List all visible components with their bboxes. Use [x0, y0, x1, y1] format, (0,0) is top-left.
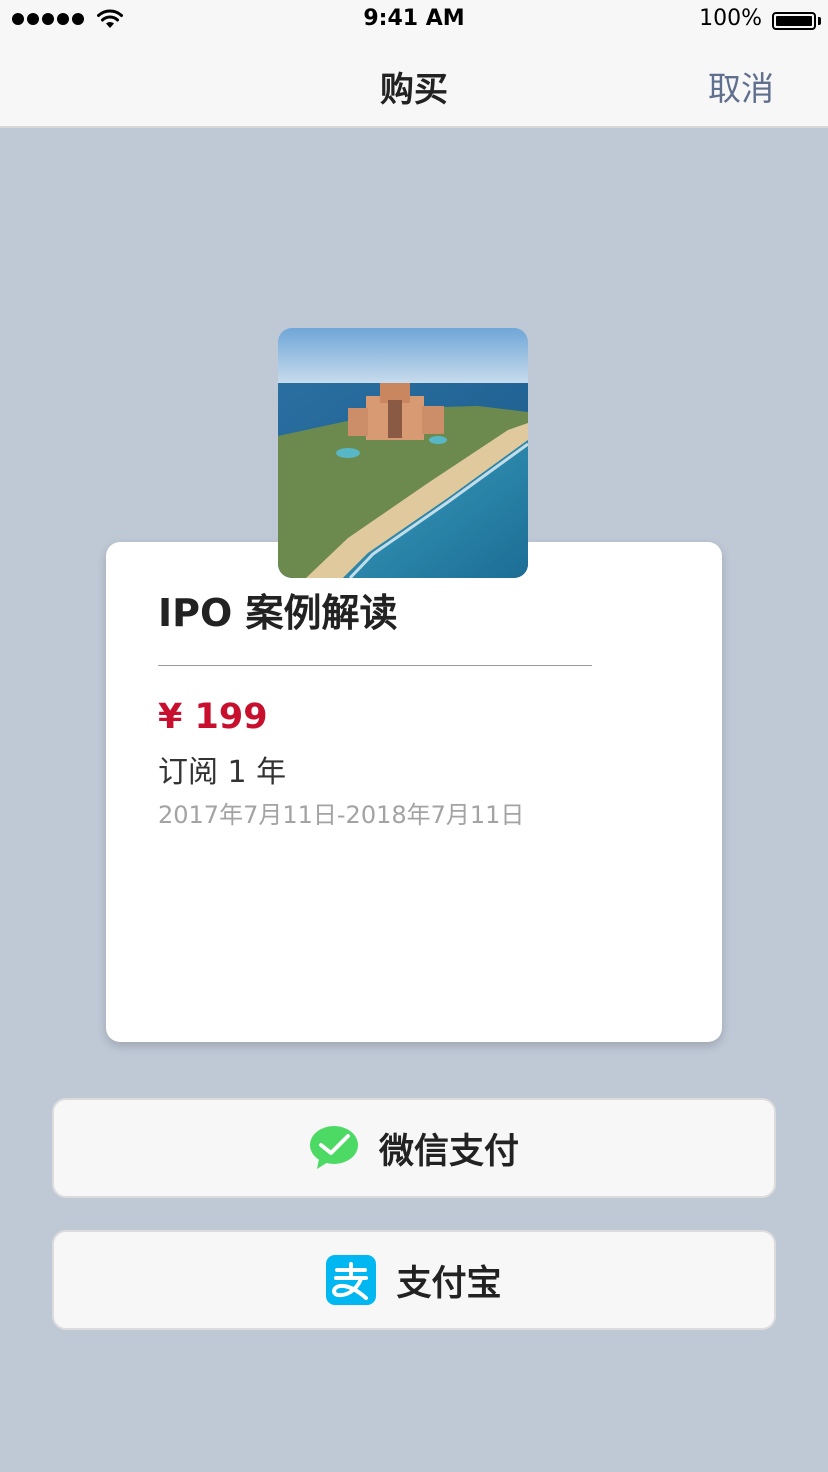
product-price: ¥ 199: [158, 697, 268, 737]
alipay-icon: [326, 1255, 377, 1305]
alipay-label: 支付宝: [396, 1263, 502, 1304]
subscription-plan: 订阅 1 年: [158, 755, 287, 790]
cancel-button[interactable]: 取消: [708, 62, 774, 110]
product-name: IPO 案例解读: [158, 591, 398, 635]
battery-icon: [772, 12, 816, 30]
page-title: 购买: [380, 70, 448, 110]
product-card: IPO 案例解读 ¥ 199 订阅 1 年 2017年7月11日-2018年7月…: [106, 542, 722, 1042]
wechat-pay-button[interactable]: 微信支付: [52, 1098, 776, 1198]
alipay-button[interactable]: 支付宝: [52, 1230, 776, 1330]
top-bar: 9:41 AM 100% 购买 取消: [0, 0, 828, 128]
card-divider: [158, 665, 592, 666]
wechat-pay-icon: [309, 1123, 359, 1173]
wechat-pay-label: 微信支付: [378, 1131, 519, 1172]
subscription-period: 2017年7月11日-2018年7月11日: [158, 801, 525, 829]
product-cover-image: [278, 328, 528, 578]
battery-cap: [818, 17, 821, 25]
status-bar: 9:41 AM 100%: [0, 0, 828, 40]
battery-percentage: 100%: [699, 6, 762, 31]
